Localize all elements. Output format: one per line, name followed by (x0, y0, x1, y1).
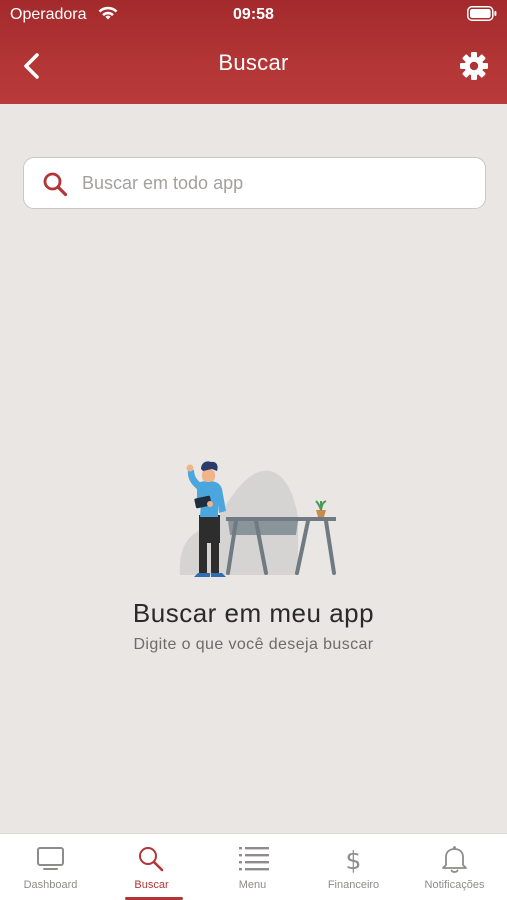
tab-menu[interactable]: Menu (202, 834, 303, 900)
status-time: 09:58 (233, 6, 274, 23)
empty-state-title: Buscar em meu app (132, 598, 375, 628)
search-icon (139, 847, 164, 872)
status-bar: Operadora 09:58 (0, 0, 507, 30)
tab-label: Menu (238, 879, 267, 891)
search-box[interactable] (23, 157, 486, 209)
page-title: Buscar (218, 50, 289, 75)
tab-label: Notificações (424, 879, 485, 891)
tab-notificacoes[interactable]: Notificações (404, 834, 505, 900)
tab-label: Dashboard (23, 879, 78, 891)
bell-icon (442, 846, 467, 873)
tab-dashboard[interactable]: Dashboard (0, 834, 101, 900)
settings-gear-icon[interactable] (459, 51, 489, 81)
app-header: Operadora 09:58 Buscar (0, 0, 507, 104)
dollar-icon: $ (346, 846, 362, 874)
monitor-icon (37, 847, 64, 870)
tab-label: Buscar (134, 879, 169, 891)
search-icon (43, 172, 68, 197)
tab-label: Financeiro (327, 879, 380, 891)
svg-text:$: $ (346, 846, 362, 874)
tab-financeiro[interactable]: $ Financeiro (303, 834, 404, 900)
search-input[interactable] (82, 166, 472, 200)
tab-bar: Dashboard Buscar Menu $ Financeiro Notif… (0, 833, 507, 900)
list-icon (239, 847, 269, 871)
tab-buscar[interactable]: Buscar (101, 834, 202, 900)
battery-icon (467, 6, 497, 21)
person-at-desk-illustration (179, 461, 336, 577)
empty-state-subtitle: Digite o que você deseja buscar (133, 636, 374, 653)
